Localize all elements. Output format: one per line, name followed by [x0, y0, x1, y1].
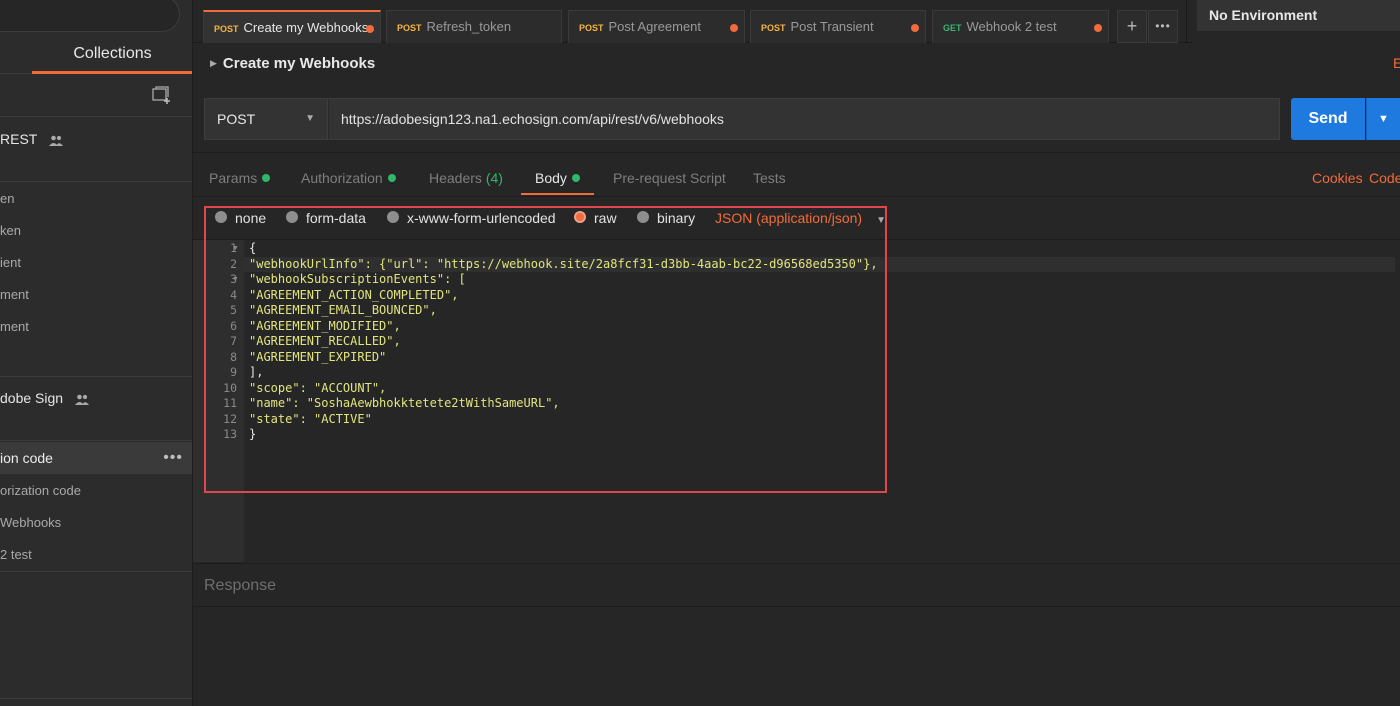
- request-item[interactable]: ment: [0, 279, 192, 311]
- annotation-highlight-box: [204, 206, 887, 493]
- headers-count: (4): [485, 170, 503, 186]
- shared-people-icon: [48, 133, 63, 149]
- request-tab[interactable]: GET Webhook 2 test: [932, 10, 1109, 43]
- status-dot-icon: [387, 174, 396, 182]
- tab-label: Headers: [429, 170, 482, 186]
- tab-options-button[interactable]: •••: [1148, 10, 1178, 43]
- shared-people-icon: [74, 392, 89, 408]
- request-tab[interactable]: POST Post Agreement: [568, 10, 745, 43]
- divider: [0, 116, 192, 117]
- tab-method: POST: [397, 23, 422, 33]
- divider: [1186, 0, 1187, 43]
- request-item[interactable]: ient: [0, 247, 192, 279]
- tab-body[interactable]: Body: [521, 170, 594, 195]
- edit-link[interactable]: E: [1393, 55, 1400, 71]
- tab-method: POST: [761, 23, 786, 33]
- divider: [0, 698, 192, 699]
- tab-name: Webhook 2 test: [966, 19, 1057, 34]
- chevron-down-icon: ▼: [305, 113, 315, 124]
- request-title[interactable]: ▶ Create my Webhooks: [210, 55, 375, 72]
- divider: [193, 152, 1400, 153]
- divider: [0, 376, 192, 377]
- more-options-icon[interactable]: •••: [163, 442, 183, 474]
- method-value: POST: [217, 111, 256, 127]
- divider: [0, 571, 192, 572]
- unsaved-dot-icon: [911, 24, 919, 32]
- request-item[interactable]: Webhooks: [0, 507, 192, 539]
- divider: [193, 196, 1400, 197]
- collection-adobe-sign[interactable]: dobe Sign: [0, 390, 89, 408]
- unsaved-dot-icon: [730, 24, 738, 32]
- sidebar-tabs: Collections: [0, 40, 192, 74]
- request-item-active[interactable]: ion code •••: [0, 442, 192, 474]
- request-item-label: ion code: [0, 450, 53, 466]
- code-link[interactable]: Code: [1369, 170, 1400, 186]
- sidebar-search-input[interactable]: [0, 0, 180, 32]
- tab-authorization[interactable]: Authorization: [301, 170, 396, 203]
- status-dot-icon: [571, 174, 580, 182]
- new-tab-button[interactable]: +: [1117, 10, 1147, 43]
- method-select[interactable]: POST ▼: [204, 98, 328, 140]
- cookies-link[interactable]: Cookies: [1312, 170, 1363, 186]
- url-input[interactable]: https://adobesign123.na1.echosign.com/ap…: [328, 98, 1280, 140]
- postman-app: Collections REST en ken ient ment ment d…: [0, 0, 1400, 706]
- status-dot-icon: [262, 174, 271, 182]
- environment-select[interactable]: No Environment: [1197, 0, 1400, 31]
- tab-method: GET: [943, 23, 962, 33]
- tab-label: Authorization: [301, 170, 383, 186]
- request-item[interactable]: ken: [0, 215, 192, 247]
- response-section[interactable]: Response: [193, 563, 1400, 607]
- request-title-text: Create my Webhooks: [222, 55, 376, 72]
- tab-name: Create my Webhooks: [243, 20, 369, 35]
- sidebar: Collections REST en ken ient ment ment d…: [0, 0, 193, 706]
- tab-label: Params: [209, 170, 258, 186]
- request-tab-bar: POST Create my Webhooks POST Refresh_token…: [193, 0, 1193, 43]
- divider: [0, 440, 192, 441]
- request-item[interactable]: ment: [0, 311, 192, 343]
- divider: [0, 181, 192, 182]
- collection-name: dobe Sign: [0, 390, 64, 406]
- tab-name: Refresh_token: [426, 19, 512, 34]
- tab-method: POST: [579, 23, 604, 33]
- request-tab[interactable]: POST Refresh_token: [386, 10, 562, 43]
- expand-caret-icon[interactable]: ▶: [210, 58, 217, 68]
- request-tab[interactable]: POST Post Transient: [750, 10, 926, 43]
- unsaved-dot-icon: [366, 25, 374, 33]
- tab-name: Post Transient: [790, 19, 874, 34]
- tab-label: Body: [535, 170, 567, 186]
- tab-pre-request-script[interactable]: Pre-request Script: [613, 170, 726, 203]
- tab-name: Post Agreement: [608, 19, 702, 34]
- unsaved-dot-icon: [1094, 24, 1102, 32]
- tab-headers[interactable]: Headers (4): [429, 170, 503, 203]
- collection-name: REST: [0, 131, 38, 147]
- collection-rest[interactable]: REST: [0, 131, 63, 149]
- tab-history[interactable]: [0, 40, 32, 74]
- request-item[interactable]: 2 test: [0, 539, 192, 571]
- new-collection-icon[interactable]: [152, 86, 172, 104]
- request-item[interactable]: en: [0, 183, 192, 215]
- tab-params[interactable]: Params: [209, 170, 271, 203]
- send-options-chevron-icon[interactable]: ▼: [1366, 98, 1400, 140]
- tab-method: POST: [214, 24, 239, 34]
- send-button[interactable]: Send: [1291, 98, 1365, 140]
- request-tab[interactable]: POST Create my Webhooks: [203, 10, 381, 43]
- request-item[interactable]: orization code: [0, 475, 192, 507]
- tab-tests[interactable]: Tests: [753, 170, 786, 203]
- tab-collections[interactable]: Collections: [32, 40, 192, 74]
